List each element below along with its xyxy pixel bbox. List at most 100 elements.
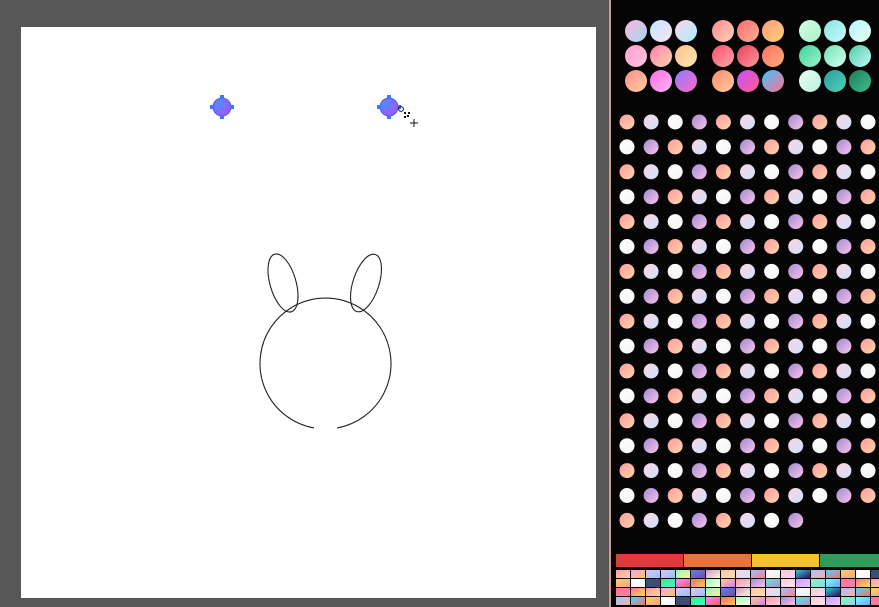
bunny-drawing[interactable] <box>21 27 596 598</box>
gradient-handle-right[interactable] <box>377 95 401 119</box>
gradient-swatch[interactable] <box>667 239 683 254</box>
gradient-swatch[interactable] <box>788 263 804 279</box>
gradient-swatch[interactable] <box>643 463 659 479</box>
mini-swatch[interactable] <box>871 597 879 605</box>
gradient-swatch[interactable] <box>619 263 635 279</box>
bunny-right-ear[interactable] <box>344 250 387 315</box>
gradient-swatch[interactable] <box>812 114 828 130</box>
gradient-swatch[interactable] <box>715 239 731 254</box>
large-swatch[interactable] <box>737 45 759 67</box>
mini-swatch[interactable] <box>646 570 660 578</box>
mini-swatch[interactable] <box>736 588 750 596</box>
mini-swatch[interactable] <box>661 570 675 578</box>
large-swatch[interactable] <box>824 20 846 42</box>
gradient-swatch[interactable] <box>691 313 707 329</box>
gradient-swatch[interactable] <box>860 288 876 304</box>
gradient-swatch[interactable] <box>860 114 876 130</box>
large-swatch[interactable] <box>824 45 846 67</box>
gradient-swatch[interactable] <box>643 512 659 528</box>
mini-swatch[interactable] <box>631 579 645 587</box>
mini-swatch[interactable] <box>796 588 810 596</box>
gradient-swatch[interactable] <box>643 288 659 304</box>
gradient-swatch[interactable] <box>715 413 731 429</box>
mini-swatch[interactable] <box>751 570 765 578</box>
gradient-swatch[interactable] <box>860 463 876 479</box>
mini-swatch[interactable] <box>766 579 780 587</box>
large-swatch[interactable] <box>650 70 672 92</box>
gradient-swatch[interactable] <box>619 239 635 254</box>
gradient-swatch[interactable] <box>836 214 852 230</box>
mini-swatch[interactable] <box>646 588 660 596</box>
gradient-swatch[interactable] <box>619 114 635 130</box>
large-swatch[interactable] <box>625 70 647 92</box>
gradient-swatch[interactable] <box>715 463 731 479</box>
gradient-swatch[interactable] <box>860 338 876 354</box>
gradient-swatch[interactable] <box>643 438 659 454</box>
mini-swatch[interactable] <box>661 588 675 596</box>
gradient-swatch[interactable] <box>619 438 635 454</box>
gradient-swatch[interactable] <box>643 114 659 130</box>
mini-swatch[interactable] <box>646 579 660 587</box>
gradient-swatch[interactable] <box>691 413 707 429</box>
mini-swatch[interactable] <box>826 597 840 605</box>
mini-swatch[interactable] <box>796 570 810 578</box>
gradient-swatch[interactable] <box>788 413 804 429</box>
mini-swatch[interactable] <box>826 570 840 578</box>
color-strip[interactable] <box>752 554 819 567</box>
gradient-swatch[interactable] <box>619 139 635 155</box>
gradient-swatch[interactable] <box>764 239 780 254</box>
large-swatch[interactable] <box>712 20 734 42</box>
gradient-swatch[interactable] <box>860 388 876 404</box>
gradient-swatch[interactable] <box>860 239 876 254</box>
mini-swatch[interactable] <box>811 597 825 605</box>
gradient-swatch[interactable] <box>812 338 828 354</box>
gradient-swatch[interactable] <box>764 164 780 180</box>
gradient-swatch[interactable] <box>860 189 876 205</box>
gradient-swatch[interactable] <box>691 139 707 155</box>
gradient-swatch[interactable] <box>812 214 828 230</box>
gradient-swatch[interactable] <box>691 239 707 254</box>
gradient-swatch[interactable] <box>643 139 659 155</box>
gradient-swatch[interactable] <box>860 413 876 429</box>
gradient-swatch[interactable] <box>619 488 635 503</box>
gradient-swatch[interactable] <box>691 488 707 503</box>
gradient-swatch[interactable] <box>812 164 828 180</box>
gradient-swatch[interactable] <box>764 488 780 503</box>
gradient-swatch[interactable] <box>740 239 755 254</box>
gradient-swatch[interactable] <box>764 438 780 454</box>
mini-swatch[interactable] <box>841 579 855 587</box>
large-swatch[interactable] <box>762 70 784 92</box>
gradient-swatch[interactable] <box>740 313 755 329</box>
gradient-swatch[interactable] <box>764 388 780 404</box>
gradient-swatch[interactable] <box>715 263 731 279</box>
large-swatch[interactable] <box>799 70 821 92</box>
gradient-swatch[interactable] <box>836 388 852 404</box>
gradient-swatch[interactable] <box>667 463 683 479</box>
gradient-swatch[interactable] <box>764 413 780 429</box>
bunny-left-ear[interactable] <box>262 251 304 316</box>
gradient-swatch[interactable] <box>836 413 852 429</box>
gradient-swatch[interactable] <box>691 214 707 230</box>
gradient-swatch[interactable] <box>667 338 683 354</box>
large-swatch[interactable] <box>675 70 697 92</box>
mini-swatch[interactable] <box>676 597 690 605</box>
gradient-swatch[interactable] <box>740 463 755 479</box>
gradient-swatch[interactable] <box>643 239 659 254</box>
gradient-handle-left[interactable] <box>210 95 234 119</box>
gradient-swatch[interactable] <box>691 164 707 180</box>
gradient-swatch[interactable] <box>619 164 635 180</box>
gradient-swatch[interactable] <box>788 512 804 528</box>
gradient-swatch[interactable] <box>691 338 707 354</box>
gradient-swatch[interactable] <box>691 263 707 279</box>
gradient-swatch[interactable] <box>788 239 804 254</box>
mini-swatch[interactable] <box>811 579 825 587</box>
mini-swatch[interactable] <box>631 597 645 605</box>
gradient-swatch[interactable] <box>740 288 755 304</box>
mini-swatch[interactable] <box>796 579 810 587</box>
gradient-swatch[interactable] <box>667 363 683 379</box>
gradient-swatch[interactable] <box>812 189 828 205</box>
gradient-swatch[interactable] <box>812 363 828 379</box>
gradient-swatch[interactable] <box>740 512 755 528</box>
mini-swatch[interactable] <box>616 588 630 596</box>
mini-swatch[interactable] <box>661 579 675 587</box>
